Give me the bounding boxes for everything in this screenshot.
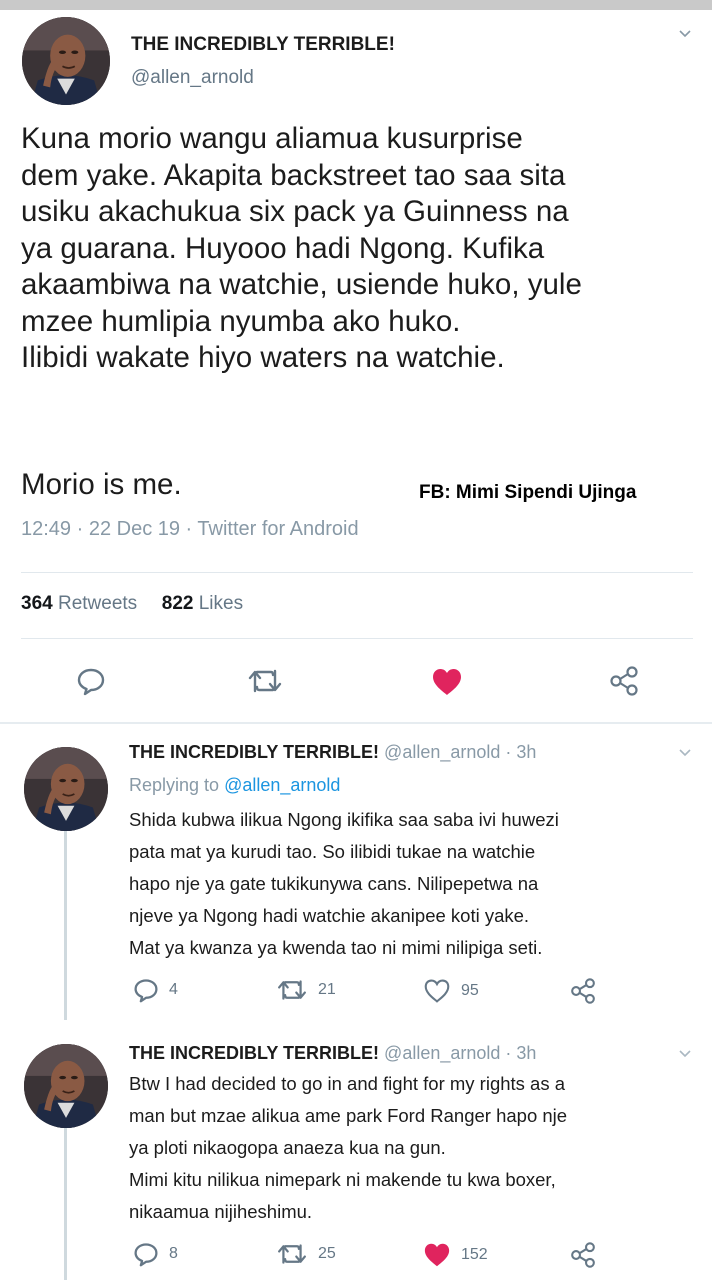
reply-icon — [134, 979, 158, 1003]
like-count: 152 — [461, 1246, 488, 1263]
tweet-text-line: Kuna morio wangu aliamua kusurprise — [21, 122, 523, 155]
tweet-text-line: mzee humlipia nyumba ako huko. — [21, 304, 461, 338]
tweet-text-line: Ilibidi wakate hiyo waters na watchie. — [21, 341, 505, 374]
tweet-text: Kuna morio wangu aliamua kusurprise dem … — [21, 121, 701, 377]
likes-label[interactable]: Likes — [199, 593, 243, 614]
tweet-text-line: usiku akachukua six pack ya Guinness na — [21, 195, 569, 228]
author-handle-time[interactable]: @allen_arnold · 3h — [384, 742, 536, 762]
watermark: FB: Mimi Sipendi Ujinga — [419, 482, 637, 503]
replying-to-handle[interactable]: @allen_arnold — [224, 775, 340, 795]
reply-text-line: pata mat ya kurudi tao. So ilibidi tukae… — [129, 841, 536, 862]
heart-icon — [424, 1243, 450, 1267]
reply-header[interactable]: THE INCREDIBLY TERRIBLE! @allen_arnold ·… — [129, 1043, 536, 1064]
author-handle-time[interactable]: @allen_arnold · 3h — [384, 1043, 536, 1063]
reply-count: 4 — [169, 981, 178, 998]
retweet-button[interactable] — [247, 667, 283, 695]
avatar[interactable] — [22, 17, 110, 105]
like-button[interactable]: 95 — [423, 978, 479, 1004]
retweets-label[interactable]: Retweets — [58, 593, 137, 614]
reply-button[interactable]: 8 — [133, 1241, 178, 1267]
reply-icon — [134, 1243, 158, 1267]
retweet-icon — [278, 1244, 306, 1264]
share-icon — [571, 1242, 595, 1268]
share-icon — [571, 978, 595, 1004]
chevron-down-icon[interactable] — [678, 1047, 692, 1061]
retweet-count: 21 — [318, 981, 336, 998]
reply-text-line: Mat ya kwanza ya kwenda tao ni mimi nili… — [129, 937, 543, 958]
reply-button[interactable]: 4 — [133, 977, 178, 1003]
author-handle[interactable]: @allen_arnold — [131, 67, 254, 89]
retweet-icon — [278, 980, 306, 1000]
tweet-timestamp[interactable]: 12:49 · 22 Dec 19 · Twitter for Android — [21, 518, 359, 541]
like-button[interactable]: 152 — [423, 1242, 488, 1268]
reply-icon — [77, 668, 105, 696]
retweet-button[interactable]: 25 — [276, 1242, 336, 1266]
share-button[interactable] — [569, 1242, 607, 1268]
main-tweet: THE INCREDIBLY TERRIBLE! @allen_arnold K… — [0, 10, 712, 720]
reply-text-line: nikaamua nijiheshimu. — [129, 1201, 313, 1222]
thread-line — [64, 830, 67, 1020]
likes-count[interactable]: 822 — [162, 593, 194, 614]
section-separator — [0, 722, 712, 724]
heart-outline-icon — [424, 979, 450, 1003]
author-name[interactable]: THE INCREDIBLY TERRIBLE! — [131, 34, 395, 56]
chevron-down-icon[interactable] — [678, 746, 692, 760]
share-button[interactable] — [608, 666, 640, 696]
reply-text: Btw I had decided to go in and fight for… — [129, 1068, 567, 1228]
retweets-count[interactable]: 364 — [21, 593, 53, 614]
reply-text-line: Mimi kitu nilikua nimepark ni makende tu… — [129, 1169, 556, 1190]
replying-to-prefix: Replying to — [129, 775, 220, 795]
tweet-text-line: ya guarana. Huyooo hadi Ngong. Kufika — [21, 231, 545, 265]
reply-text-line: hapo nje ya gate tukikunywa cans. Nilipe… — [129, 873, 539, 894]
divider — [21, 638, 693, 639]
tweet-text-last-line: Morio is me. — [21, 468, 182, 501]
reply-text-line: Btw I had decided to go in and fight for… — [129, 1073, 566, 1094]
reply-text-line: man but mzae alikua ame park Ford Ranger… — [129, 1105, 568, 1126]
retweet-count: 25 — [318, 1245, 336, 1262]
share-icon — [610, 666, 638, 696]
author-name[interactable]: THE INCREDIBLY TERRIBLE! — [129, 1043, 379, 1063]
top-edge-bar — [0, 0, 712, 10]
reply-text-line: ya ploti nikaogopa anaeza kua na gun. — [129, 1137, 446, 1158]
avatar[interactable] — [24, 1044, 108, 1128]
reply-count: 8 — [169, 1245, 178, 1262]
avatar[interactable] — [24, 747, 108, 831]
retweet-button[interactable]: 21 — [276, 978, 336, 1002]
retweet-icon — [248, 669, 282, 693]
share-button[interactable] — [569, 978, 607, 1004]
tweet-text-line: akaambiwa na watchie, usiende huko, yule — [21, 268, 582, 301]
chevron-down-icon[interactable] — [678, 27, 692, 41]
reply-header[interactable]: THE INCREDIBLY TERRIBLE! @allen_arnold ·… — [129, 742, 536, 763]
divider — [21, 572, 693, 573]
replying-to: Replying to @allen_arnold — [129, 775, 340, 796]
reply-text: Shida kubwa ilikua Ngong ikifika saa sab… — [129, 804, 559, 964]
engagement-stats: 364 Retweets 822 Likes — [21, 593, 243, 615]
tweet-text-line: dem yake. Akapita backstreet tao saa sit… — [21, 158, 566, 192]
reply-text-line: njeve ya Ngong hadi watchie akanipee kot… — [129, 905, 530, 926]
reply-button[interactable] — [76, 666, 106, 696]
like-button[interactable] — [431, 667, 463, 697]
like-count: 95 — [461, 982, 479, 999]
thread-line — [64, 1128, 67, 1280]
reply-text-line: Shida kubwa ilikua Ngong ikifika saa sab… — [129, 809, 559, 830]
heart-icon — [433, 669, 461, 695]
author-name[interactable]: THE INCREDIBLY TERRIBLE! — [129, 742, 379, 762]
